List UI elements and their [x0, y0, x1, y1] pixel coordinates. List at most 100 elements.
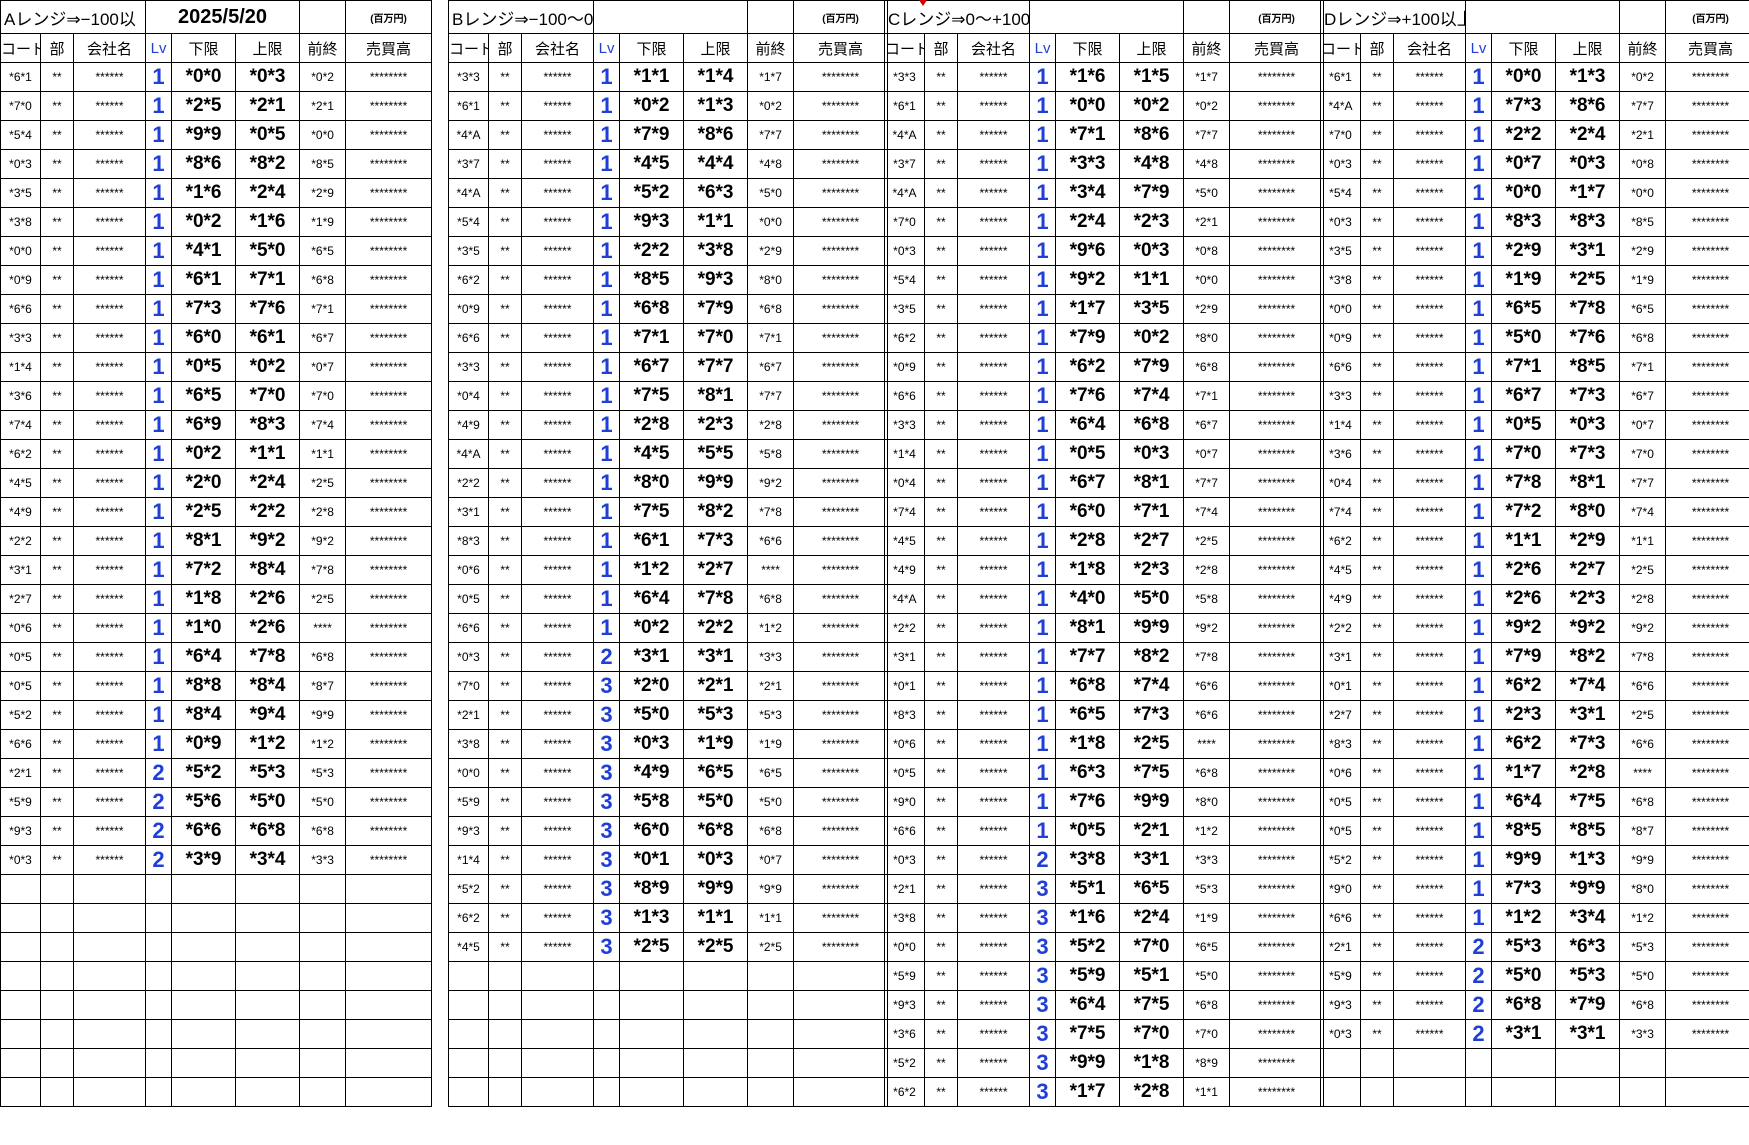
cell-sales[interactable]: ********	[345, 468, 433, 498]
cell-prev[interactable]: *8*7	[299, 671, 347, 701]
cell-lv[interactable]: 1	[593, 149, 621, 179]
cell-company[interactable]: ******	[956, 294, 1031, 324]
cell-dept[interactable]: **	[924, 932, 958, 962]
cell-lower[interactable]: *6*6	[171, 816, 237, 846]
cell-prev[interactable]: *6*8	[1619, 990, 1667, 1020]
cell-prev[interactable]: *2*5	[299, 468, 347, 498]
cell-dept[interactable]: **	[1360, 410, 1394, 440]
empty-cell[interactable]	[793, 990, 889, 1020]
cell-lv[interactable]: 2	[1465, 990, 1493, 1020]
cell-code[interactable]: *5*4	[448, 207, 489, 237]
cell-dept[interactable]: **	[488, 874, 522, 904]
cell-company[interactable]: ******	[1392, 787, 1467, 817]
cell-lv[interactable]: 1	[1029, 787, 1057, 817]
cell-code[interactable]: *0*0	[0, 236, 41, 266]
cell-dept[interactable]: **	[924, 207, 958, 237]
cell-company[interactable]: ******	[956, 787, 1031, 817]
cell-company[interactable]: ******	[1392, 526, 1467, 556]
cell-company[interactable]: ******	[520, 555, 595, 585]
cell-company[interactable]: ******	[72, 584, 147, 614]
cell-company[interactable]: ******	[72, 671, 147, 701]
cell-dept[interactable]: **	[924, 497, 958, 527]
cell-lower[interactable]: *1*1	[619, 62, 685, 92]
empty-cell[interactable]	[40, 932, 74, 962]
cell-lv[interactable]: 1	[1465, 439, 1493, 469]
cell-lv[interactable]: 1	[1029, 555, 1057, 585]
cell-dept[interactable]: **	[488, 932, 522, 962]
cell-code[interactable]: *6*6	[884, 381, 925, 411]
cell-upper[interactable]: *5*1	[1119, 961, 1185, 991]
cell-code[interactable]: *4*5	[448, 932, 489, 962]
cell-lower[interactable]: *5*2	[619, 178, 685, 208]
cell-sales[interactable]: ********	[1665, 352, 1749, 382]
cell-upper[interactable]: *1*3	[1555, 62, 1621, 92]
cell-dept[interactable]: **	[1360, 787, 1394, 817]
cell-prev[interactable]: *0*0	[299, 120, 347, 150]
cell-lower[interactable]: *7*8	[1491, 468, 1557, 498]
cell-lower[interactable]: *2*0	[619, 671, 685, 701]
cell-prev[interactable]: *2*8	[747, 410, 795, 440]
cell-lv[interactable]: 1	[145, 149, 173, 179]
cell-upper[interactable]: *7*8	[1555, 294, 1621, 324]
cell-prev[interactable]: *6*8	[747, 584, 795, 614]
cell-dept[interactable]: **	[1360, 555, 1394, 585]
cell-sales[interactable]: ********	[345, 700, 433, 730]
cell-dept[interactable]: **	[488, 62, 522, 92]
cell-lv[interactable]: 3	[1029, 961, 1057, 991]
empty-cell[interactable]	[0, 1048, 41, 1078]
cell-code[interactable]: *0*0	[1320, 294, 1361, 324]
cell-upper[interactable]: *8*6	[683, 120, 749, 150]
cell-dept[interactable]: **	[40, 845, 74, 875]
cell-lower[interactable]: *2*2	[1491, 120, 1557, 150]
cell-lv[interactable]: 1	[1029, 468, 1057, 498]
cell-lv[interactable]: 1	[593, 236, 621, 266]
cell-dept[interactable]: **	[40, 62, 74, 92]
cell-sales[interactable]: ********	[1229, 91, 1325, 121]
cell-dept[interactable]: **	[40, 729, 74, 759]
cell-lower[interactable]: *9*6	[1055, 236, 1121, 266]
cell-company[interactable]: ******	[520, 323, 595, 353]
cell-code[interactable]: *9*3	[1320, 990, 1361, 1020]
cell-sales[interactable]: ********	[1229, 961, 1325, 991]
cell-lower[interactable]: *5*0	[1491, 961, 1557, 991]
cell-dept[interactable]: **	[924, 178, 958, 208]
cell-company[interactable]: ******	[520, 816, 595, 846]
empty-cell[interactable]	[520, 961, 595, 991]
empty-cell[interactable]	[145, 874, 173, 904]
cell-lv[interactable]: 1	[145, 62, 173, 92]
cell-dept[interactable]: **	[924, 642, 958, 672]
empty-cell[interactable]	[345, 932, 433, 962]
cell-upper[interactable]: *9*9	[1119, 787, 1185, 817]
cell-prev[interactable]: *6*8	[299, 265, 347, 295]
cell-lower[interactable]: *6*7	[1491, 381, 1557, 411]
cell-lower[interactable]: *2*3	[1491, 700, 1557, 730]
cell-lv[interactable]: 1	[593, 178, 621, 208]
cell-dept[interactable]: **	[1360, 468, 1394, 498]
cell-lower[interactable]: *0*0	[1055, 91, 1121, 121]
cell-code[interactable]: *3*8	[884, 903, 925, 933]
cell-company[interactable]: ******	[1392, 671, 1467, 701]
cell-lv[interactable]: 1	[145, 410, 173, 440]
cell-sales[interactable]: ********	[1229, 700, 1325, 730]
cell-sales[interactable]: ********	[793, 700, 889, 730]
cell-upper[interactable]: *6*8	[683, 816, 749, 846]
cell-lv[interactable]: 1	[1465, 555, 1493, 585]
cell-code[interactable]: *0*6	[884, 729, 925, 759]
cell-code[interactable]: *6*6	[448, 323, 489, 353]
cell-company[interactable]: ******	[72, 642, 147, 672]
cell-lv[interactable]: 3	[593, 816, 621, 846]
cell-sales[interactable]: ********	[345, 816, 433, 846]
cell-dept[interactable]: **	[1360, 62, 1394, 92]
cell-company[interactable]: ******	[1392, 149, 1467, 179]
cell-company[interactable]: ******	[520, 207, 595, 237]
cell-sales[interactable]: ********	[793, 642, 889, 672]
cell-prev[interactable]: *7*4	[299, 410, 347, 440]
cell-prev[interactable]: *5*0	[1619, 961, 1667, 991]
cell-code[interactable]: *5*4	[884, 265, 925, 295]
cell-sales[interactable]: ********	[1665, 961, 1749, 991]
empty-cell[interactable]	[0, 932, 41, 962]
cell-code[interactable]: *4*A	[884, 584, 925, 614]
cell-code[interactable]: *4*9	[1320, 584, 1361, 614]
empty-cell[interactable]	[171, 1077, 237, 1107]
empty-cell[interactable]	[40, 903, 74, 933]
